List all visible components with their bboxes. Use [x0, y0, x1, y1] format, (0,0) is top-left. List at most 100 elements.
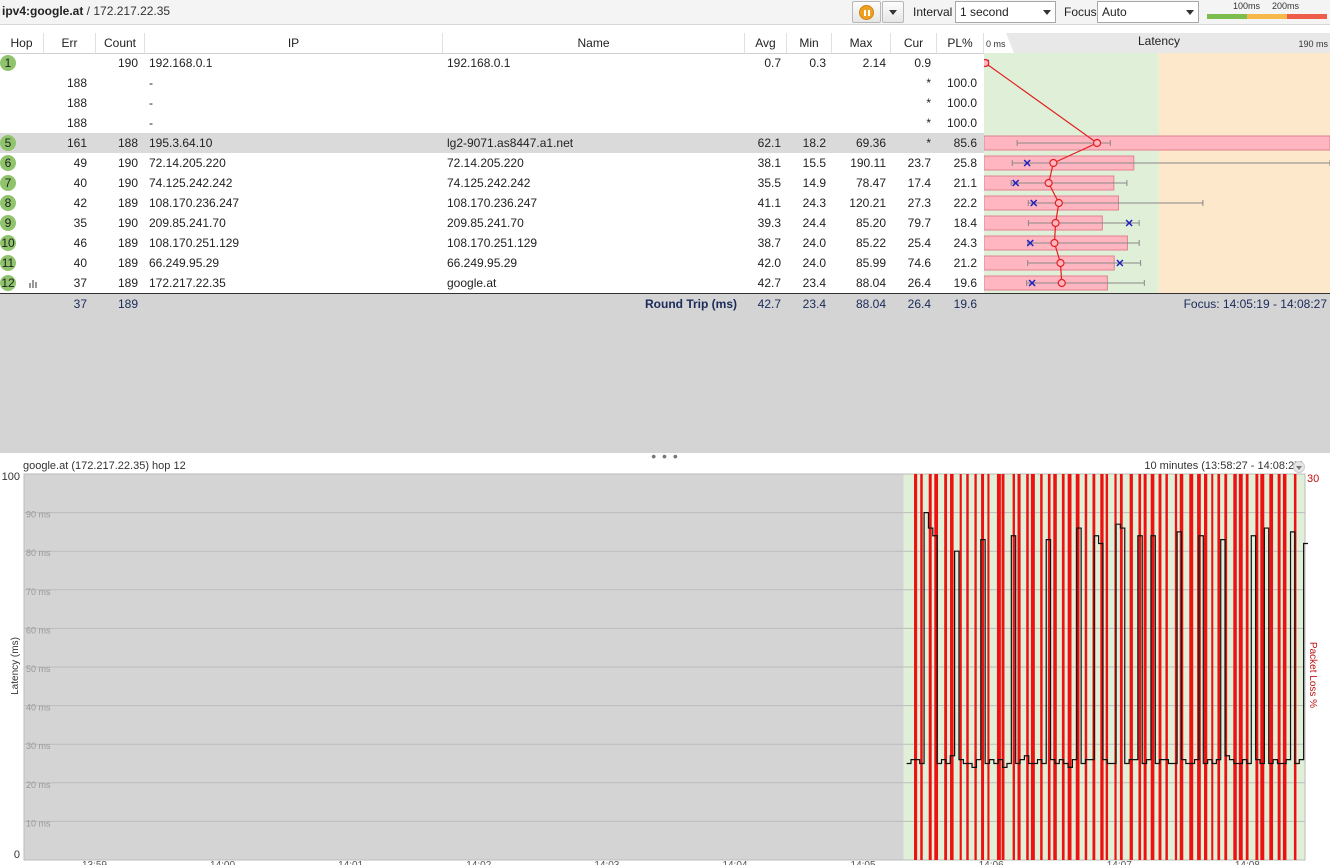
cell-name: google.at [447, 276, 497, 290]
col-header-count[interactable]: Count [96, 33, 145, 54]
interval-label: Interval [913, 5, 953, 19]
focus-range-text: Focus: 14:05:19 - 14:08:27 [1183, 297, 1327, 311]
cell-cur: 0.9 [914, 56, 931, 70]
cell-cur: 79.7 [907, 216, 931, 230]
cell-avg: 62.1 [757, 136, 781, 150]
cell-err: 161 [66, 136, 87, 150]
focus-select[interactable]: Auto [1097, 1, 1199, 23]
hop-number-badge: 7 [0, 175, 16, 191]
target-title: ipv4:google.at / 172.217.22.35 [2, 4, 170, 18]
latency-column-graph: 0 ms Latency 190 ms [984, 33, 1330, 293]
chevron-down-icon [1186, 10, 1194, 15]
focus-value: Auto [1102, 5, 1127, 19]
pause-menu-button[interactable] [882, 1, 904, 23]
y-min-label: 0 [14, 849, 20, 861]
cell-min: 24.3 [802, 196, 826, 210]
cell-pl: 21.1 [953, 176, 977, 190]
table-row[interactable]: 188 - * 100.0 [0, 93, 984, 113]
cell-max [832, 73, 886, 93]
avg-latency-point [1054, 198, 1063, 208]
cell-count: 190 [117, 56, 138, 70]
cell-ip: 172.217.22.35 [149, 276, 226, 290]
cell-name: 108.170.236.247 [447, 196, 538, 210]
col-header-max[interactable]: Max [832, 33, 891, 54]
table-row[interactable]: 9 35 190 209.85.241.70 209.85.241.70 39.3 24.4… [0, 213, 984, 233]
hop-number-badge: 1 [0, 55, 16, 71]
cell-name: lg2-9071.as8447.a1.net [447, 136, 574, 150]
cell-name: 192.168.0.1 [447, 56, 511, 70]
cell-pl: 18.4 [953, 216, 977, 230]
table-row[interactable]: 1 190 192.168.0.1 192.168.0.1 0.7 0.3 2.14 0.9 [0, 53, 984, 73]
cell-max: 85.22 [855, 236, 886, 250]
cell-avg: 42.0 [757, 256, 781, 270]
cell-min [787, 93, 826, 113]
gridline-label: 20 ms [26, 780, 51, 790]
col-header-cur[interactable]: Cur [891, 33, 937, 54]
y-max-label: 100 [2, 471, 20, 483]
cell-ip: 108.170.236.247 [149, 196, 240, 210]
cell-name: 74.125.242.242 [447, 176, 531, 190]
hop-number-badge: 8 [0, 195, 16, 211]
col-header-avg[interactable]: Avg [745, 33, 787, 54]
gridline-label: 30 ms [26, 741, 51, 751]
x-tick-label: 14:00 [210, 860, 235, 865]
cell-pl: 22.2 [953, 196, 977, 210]
table-row[interactable]: 12 37 189 172.217.22.35 google.at 42.7 23.4 88.… [0, 273, 984, 293]
col-header-hop[interactable]: Hop [0, 33, 44, 54]
gridline-label: 10 ms [26, 818, 51, 828]
cell-pl: 25.8 [953, 156, 977, 170]
cell-pl: 100.0 [946, 96, 977, 110]
summary-pl: 19.6 [953, 297, 977, 311]
cell-pl: 19.6 [953, 276, 977, 290]
cell-count [96, 113, 138, 133]
col-header-ip[interactable]: IP [145, 33, 443, 54]
cell-avg [745, 93, 781, 113]
latency-min-label: 0 ms [986, 39, 1006, 49]
cell-err: 35 [73, 216, 87, 230]
table-row[interactable]: 188 - * 100.0 [0, 73, 984, 93]
table-row[interactable]: 6 49 190 72.14.205.220 72.14.205.220 38.1 15.5… [0, 153, 984, 173]
cell-pl: 21.2 [953, 256, 977, 270]
col-header-min[interactable]: Min [787, 33, 832, 54]
cell-max: 85.99 [855, 256, 886, 270]
cell-err: 40 [73, 176, 87, 190]
legend-100ms: 100ms [1233, 1, 1261, 11]
avg-latency-point [1092, 138, 1102, 148]
cell-count: 189 [117, 276, 138, 290]
cell-min [787, 113, 826, 133]
table-row[interactable]: 10 46 189 108.170.251.129 108.170.251.129 38.… [0, 233, 984, 253]
latency-history-chart: 90 ms 80 ms 70 ms 60 ms 50 ms 40 ms 30 ms 20 ms… [2, 471, 1320, 865]
target-ip: 172.217.22.35 [93, 4, 171, 18]
cell-avg: 39.3 [757, 216, 781, 230]
hop-number-badge: 12 [0, 275, 16, 291]
pane-splitter-handle[interactable]: • • • [650, 449, 680, 463]
cell-count: 190 [117, 156, 138, 170]
table-row[interactable]: 7 40 190 74.125.242.242 74.125.242.242 35.5 14… [0, 173, 984, 193]
cell-count: 190 [117, 176, 138, 190]
pause-button[interactable] [852, 1, 881, 23]
cell-avg: 42.7 [757, 276, 781, 290]
table-row[interactable]: 11 40 189 66.249.95.29 66.249.95.29 42.0 24.0 8… [0, 253, 984, 273]
cell-ip: 66.249.95.29 [149, 256, 220, 270]
cell-name [447, 113, 741, 133]
cell-err: 188 [66, 76, 87, 90]
chevron-down-icon [889, 10, 897, 15]
col-header-pl[interactable]: PL% [937, 33, 984, 54]
summary-cur: 26.4 [907, 297, 931, 311]
col-header-name[interactable]: Name [443, 33, 745, 54]
cell-count: 189 [117, 196, 138, 210]
cell-ip: 72.14.205.220 [149, 156, 226, 170]
cell-min: 14.9 [802, 176, 826, 190]
interval-select[interactable]: 1 second [955, 1, 1056, 23]
x-tick-label: 14:03 [594, 860, 619, 865]
table-row[interactable]: 188 - * 100.0 [0, 113, 984, 133]
cell-cur: * [926, 136, 931, 150]
table-row[interactable]: 8 42 189 108.170.236.247 108.170.236.247 41.1… [0, 193, 984, 213]
cell-max: 88.04 [855, 276, 886, 290]
col-header-err[interactable]: Err [44, 33, 96, 54]
x-tick-label: 14:01 [338, 860, 363, 865]
cell-max: 120.21 [849, 196, 886, 210]
latency-color-legend [1207, 14, 1327, 19]
cell-cur: 23.7 [907, 156, 931, 170]
gridline-label: 60 ms [26, 625, 51, 635]
